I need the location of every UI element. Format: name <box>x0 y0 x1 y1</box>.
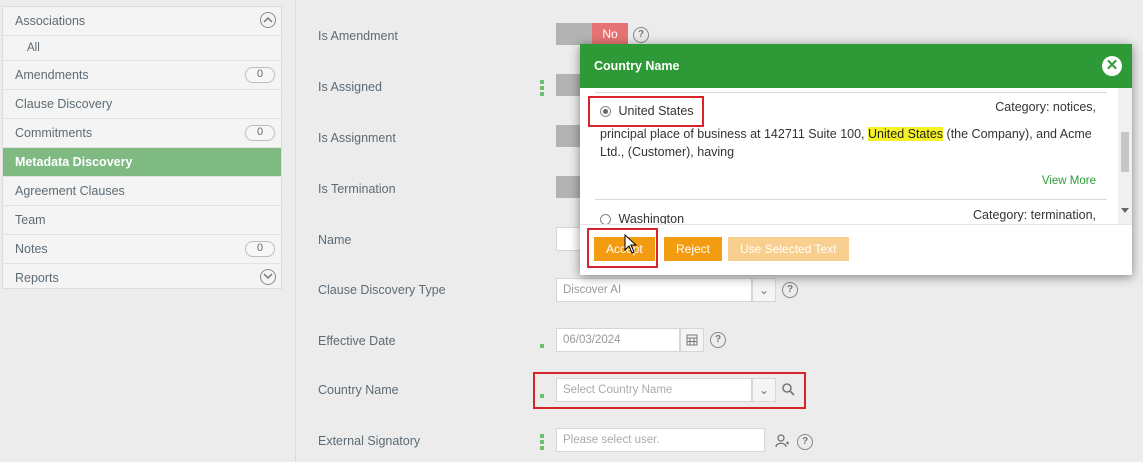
modal-title: Country Name <box>594 59 680 73</box>
close-icon[interactable]: ✕ <box>1102 56 1122 76</box>
required-marker <box>540 344 544 348</box>
scrollbar-thumb[interactable] <box>1121 132 1129 172</box>
sidebar-item-clause-discovery[interactable]: Clause Discovery <box>3 90 281 119</box>
effective-date-input[interactable]: 06/03/2024 <box>556 328 680 352</box>
sidebar: Associations All Amendments 0 Clause Dis… <box>2 6 282 289</box>
sidebar-item-label: Team <box>15 213 46 227</box>
modal-footer: Accept Reject Use Selected Text <box>580 225 1132 275</box>
sidebar-item-label: Reports <box>15 271 59 285</box>
calendar-icon[interactable] <box>680 328 704 352</box>
chevron-up-icon[interactable] <box>260 12 276 28</box>
sidebar-item-commitments[interactable]: Commitments 0 <box>3 119 281 148</box>
required-marker <box>540 434 544 450</box>
user-icon[interactable] <box>770 430 794 454</box>
modal-scrollbar[interactable] <box>1118 88 1132 224</box>
country-name-label: Country Name <box>318 383 399 397</box>
sidebar-item-label: Notes <box>15 242 48 256</box>
external-signatory-input[interactable]: Please select user. <box>556 428 765 452</box>
sidebar-item-associations[interactable]: Associations <box>3 7 281 36</box>
chevron-down-icon[interactable]: ⌄ <box>752 278 776 302</box>
help-icon[interactable]: ? <box>782 282 798 298</box>
sidebar-item-agreement-clauses[interactable]: Agreement Clauses <box>3 177 281 206</box>
is-assignment-label: Is Assignment <box>318 131 396 145</box>
use-selected-text-button[interactable]: Use Selected Text <box>728 237 849 261</box>
reject-button[interactable]: Reject <box>664 237 723 261</box>
clause-discovery-type-label: Clause Discovery Type <box>318 283 446 297</box>
count-badge: 0 <box>245 125 275 141</box>
result-snippet: principal place of business at 142711 Su… <box>600 125 1110 161</box>
sidebar-item-amendments[interactable]: Amendments 0 <box>3 61 281 90</box>
highlight-frame-country <box>533 372 806 409</box>
sidebar-item-label: Agreement Clauses <box>15 184 125 198</box>
result-name: Washington <box>618 212 685 225</box>
result-category: Category: termination, <box>973 208 1096 222</box>
name-label: Name <box>318 233 352 247</box>
sidebar-item-all[interactable]: All <box>3 36 281 61</box>
is-amendment-label: Is Amendment <box>318 29 398 43</box>
is-termination-label: Is Termination <box>318 182 396 196</box>
sidebar-item-notes[interactable]: Notes 0 <box>3 235 281 264</box>
help-icon[interactable]: ? <box>710 332 726 348</box>
sidebar-item-label: Metadata Discovery <box>15 155 133 169</box>
is-amendment-no-button[interactable]: No <box>592 23 628 45</box>
count-badge: 0 <box>245 241 275 257</box>
divider <box>595 199 1107 200</box>
result-option-washington[interactable]: Washington <box>600 212 685 225</box>
sidebar-item-team[interactable]: Team <box>3 206 281 235</box>
external-signatory-label: External Signatory <box>318 434 421 448</box>
divider <box>595 92 1107 93</box>
highlight-frame-accept <box>587 228 658 268</box>
panel-divider <box>295 0 296 462</box>
help-icon[interactable]: ? <box>797 434 813 450</box>
snippet-text: principal place of business at 142711 Su… <box>600 127 869 141</box>
result-category: Category: notices, <box>995 100 1096 114</box>
sidebar-item-label: Associations <box>15 14 86 28</box>
radio-button[interactable] <box>600 214 611 224</box>
sidebar-item-reports[interactable]: Reports <box>3 264 281 292</box>
country-name-modal: Country Name ✕ United States Category: n… <box>580 44 1132 275</box>
required-marker <box>540 80 544 96</box>
snippet-highlight: United States <box>868 127 944 141</box>
sidebar-item-label: Commitments <box>15 126 93 140</box>
highlight-frame-result <box>588 96 704 127</box>
mouse-cursor-icon <box>624 234 638 254</box>
effective-date-label: Effective Date <box>318 334 396 348</box>
help-icon[interactable]: ? <box>633 27 649 43</box>
is-amendment-toggle[interactable] <box>556 23 592 45</box>
sidebar-item-metadata-discovery[interactable]: Metadata Discovery <box>3 148 281 177</box>
sidebar-item-label: Amendments <box>15 68 89 82</box>
clause-discovery-type-select[interactable]: Discover AI <box>556 278 752 302</box>
count-badge: 0 <box>245 67 275 83</box>
modal-header: Country Name ✕ <box>580 44 1132 88</box>
is-assigned-label: Is Assigned <box>318 80 382 94</box>
view-more-link[interactable]: View More <box>1042 175 1096 187</box>
scroll-down-icon[interactable] <box>1121 208 1129 214</box>
sidebar-item-label: Clause Discovery <box>15 97 113 111</box>
chevron-down-icon[interactable] <box>260 269 276 285</box>
sidebar-item-label: All <box>27 42 40 54</box>
